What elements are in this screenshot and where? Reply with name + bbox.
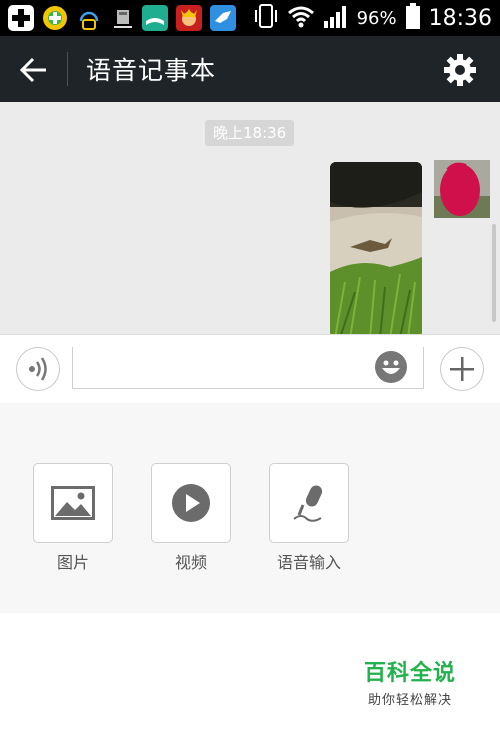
wifi-icon [287,4,315,32]
status-bar: 96% 18:36 [0,0,500,36]
video-tile[interactable] [151,463,231,543]
voice-input-button[interactable] [16,347,60,391]
add-app-icon [8,5,34,31]
chat-scrollbar[interactable] [492,224,496,322]
battery-icon [405,2,421,34]
vibrate-icon [253,2,279,34]
watermark-sub: 助你轻松解决 [368,693,453,708]
emoji-icon[interactable] [374,350,408,384]
image-label: 图片 [56,553,89,572]
attachment-panel: 图片 视频 语音输入 [0,403,500,613]
voice-input-icon [17,357,59,394]
image-tile[interactable] [33,463,113,543]
bird-app-icon [210,5,236,31]
plus-button[interactable] [440,347,484,391]
message-timestamp: 晚上18:36 [205,120,295,146]
chat-bubble-icon [76,5,102,31]
input-bar [0,334,500,404]
appbar-divider [67,52,68,86]
app-bar: 语音记事本 [0,36,500,102]
page-title: 语音记事本 [86,56,217,85]
game-app-icon [176,5,202,31]
watermark-main: 百科全说 [364,661,457,686]
book-app-icon [142,5,168,31]
voice-label: 语音输入 [276,553,341,572]
status-time: 18:36 [428,5,492,31]
avatar[interactable] [434,160,490,218]
settings-gear-icon[interactable] [443,53,477,87]
message-image[interactable] [330,162,422,334]
green-shield-icon [42,5,68,31]
chat-area[interactable]: 晚上18:36 [0,102,500,334]
message-input[interactable] [72,347,424,389]
plus-icon [441,357,483,394]
sd-card-icon [110,5,136,31]
back-arrow-icon[interactable] [18,55,50,85]
video-label: 视频 [174,553,207,572]
watermark: 百科全说 助你轻松解决 [364,655,456,708]
voice-tile[interactable] [269,463,349,543]
battery-percent: 96% [356,7,397,29]
signal-icon [323,3,349,33]
